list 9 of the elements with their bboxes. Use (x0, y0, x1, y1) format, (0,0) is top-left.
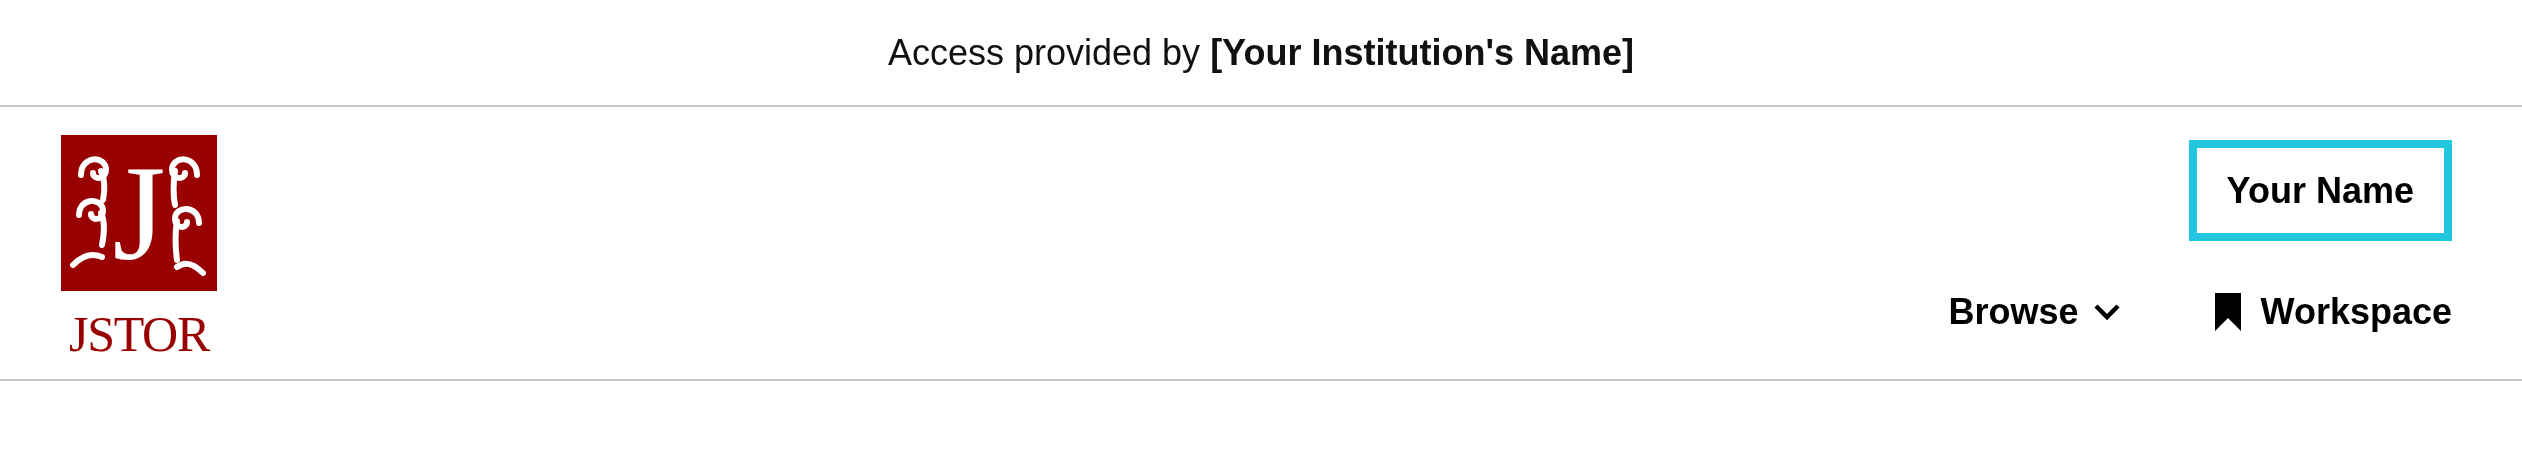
bookmark-icon (2214, 293, 2241, 331)
access-text: Access provided by [Your Institution's Name] (887, 30, 1635, 75)
chevron-down-icon (2092, 303, 2121, 321)
logo-letter: J (111, 145, 167, 281)
logo-ornament-icon (61, 135, 217, 291)
account-button[interactable]: Your Name (2188, 140, 2452, 241)
logo-wordmark[interactable]: JSTOR (68, 309, 210, 359)
workspace-link[interactable]: Workspace (2214, 293, 2452, 331)
browse-menu[interactable]: Browse (1948, 294, 2121, 330)
